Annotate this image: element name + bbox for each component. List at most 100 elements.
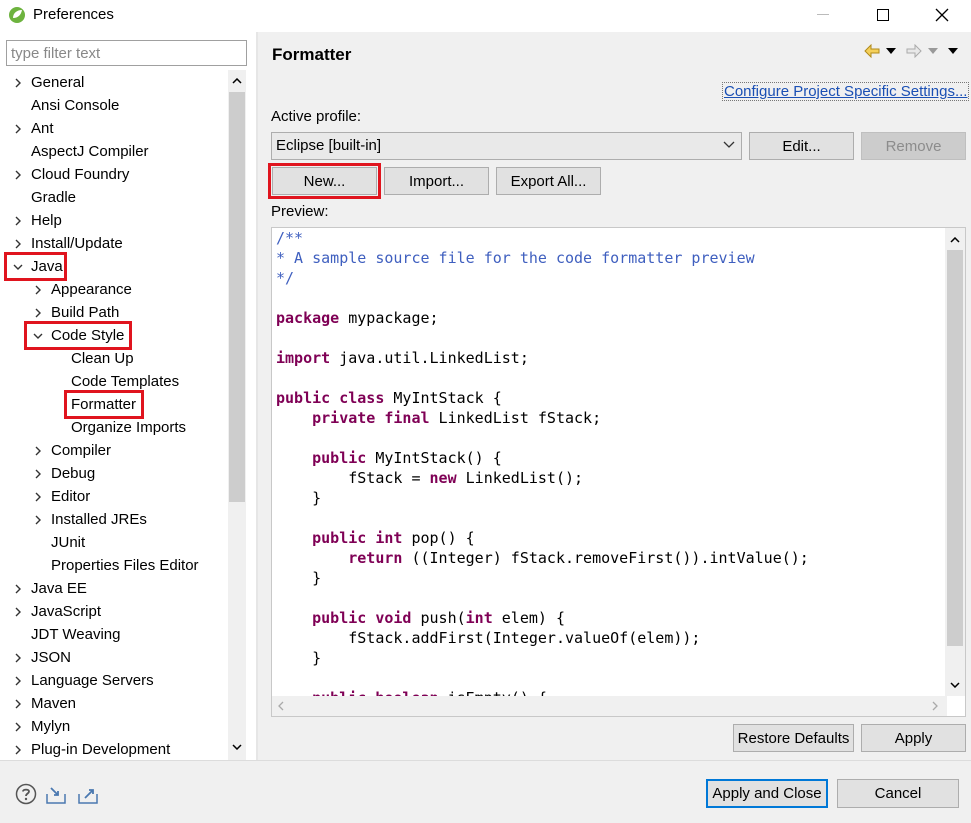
collapsed-chevron-icon[interactable] bbox=[12, 123, 24, 135]
collapsed-chevron-icon[interactable] bbox=[12, 215, 24, 227]
collapsed-chevron-icon[interactable] bbox=[32, 468, 44, 480]
remove-button[interactable]: Remove bbox=[861, 132, 966, 160]
tree-scrollbar[interactable] bbox=[228, 70, 246, 760]
collapsed-chevron-icon[interactable] bbox=[12, 583, 24, 595]
import-preferences-icon[interactable] bbox=[44, 782, 68, 806]
apply-button[interactable]: Apply bbox=[861, 724, 966, 752]
tree-item-label: JSON bbox=[31, 649, 72, 666]
collapsed-chevron-icon[interactable] bbox=[32, 445, 44, 457]
cancel-button[interactable]: Cancel bbox=[837, 779, 959, 808]
tree-item-label: AspectJ Compiler bbox=[31, 143, 149, 160]
collapsed-chevron-icon[interactable] bbox=[12, 169, 24, 181]
tree-item-properties-files-editor[interactable]: Properties Files Editor bbox=[0, 554, 228, 577]
collapsed-chevron-icon[interactable] bbox=[32, 514, 44, 526]
tree-item-organize-imports[interactable]: Organize Imports bbox=[0, 416, 228, 439]
apply-and-close-button[interactable]: Apply and Close bbox=[706, 779, 828, 808]
tree-item-compiler[interactable]: Compiler bbox=[0, 439, 228, 462]
tree-item-label: Cloud Foundry bbox=[31, 166, 130, 183]
minimize-button[interactable] bbox=[800, 0, 846, 30]
scroll-left-icon[interactable] bbox=[278, 701, 284, 711]
forward-dropdown-icon[interactable] bbox=[928, 48, 938, 54]
tree-item-javascript[interactable]: JavaScript bbox=[0, 600, 228, 623]
collapsed-chevron-icon[interactable] bbox=[32, 307, 44, 319]
code-preview[interactable]: /** * A sample source file for the code f… bbox=[271, 227, 966, 717]
help-icon[interactable] bbox=[14, 782, 38, 806]
collapsed-chevron-icon[interactable] bbox=[12, 238, 24, 250]
page-header: Formatter bbox=[258, 32, 971, 76]
edit-button[interactable]: Edit... bbox=[749, 132, 854, 160]
tree-item-language-servers[interactable]: Language Servers bbox=[0, 669, 228, 692]
preview-vertical-scrollbar[interactable] bbox=[945, 228, 965, 696]
tree-item-cloud-foundry[interactable]: Cloud Foundry bbox=[0, 163, 228, 186]
tree-item-general[interactable]: General bbox=[0, 71, 228, 94]
tree-item-aspectj-compiler[interactable]: AspectJ Compiler bbox=[0, 140, 228, 163]
code-text: LinkedList(); bbox=[456, 469, 584, 487]
java-highlight bbox=[4, 252, 67, 281]
filter-input[interactable] bbox=[6, 40, 247, 66]
page-title: Formatter bbox=[272, 45, 352, 64]
forward-arrow-icon[interactable] bbox=[906, 44, 922, 58]
tree-item-debug[interactable]: Debug bbox=[0, 462, 228, 485]
export-preferences-icon[interactable] bbox=[76, 782, 100, 806]
preview-scroll-down-icon[interactable] bbox=[946, 676, 964, 694]
code-line: public void push(int elem) { bbox=[276, 608, 565, 628]
preview-scroll-thumb[interactable] bbox=[947, 250, 963, 646]
tree-item-gradle[interactable]: Gradle bbox=[0, 186, 228, 209]
tree-item-label: Language Servers bbox=[31, 672, 154, 689]
collapsed-chevron-icon[interactable] bbox=[12, 652, 24, 664]
tree-item-help[interactable]: Help bbox=[0, 209, 228, 232]
tree-item-java-ee[interactable]: Java EE bbox=[0, 577, 228, 600]
code-keyword: package bbox=[276, 309, 340, 327]
collapsed-chevron-icon[interactable] bbox=[12, 675, 24, 687]
restore-defaults-button[interactable]: Restore Defaults bbox=[733, 724, 854, 752]
tree-item-editor[interactable]: Editor bbox=[0, 485, 228, 508]
view-menu-icon[interactable] bbox=[948, 48, 958, 54]
code-text: pop() { bbox=[402, 529, 475, 547]
preview-horizontal-scrollbar[interactable] bbox=[272, 696, 947, 716]
import-button[interactable]: Import... bbox=[384, 167, 489, 195]
export-all-button[interactable]: Export All... bbox=[496, 167, 601, 195]
collapsed-chevron-icon[interactable] bbox=[32, 284, 44, 296]
tree-item-appearance[interactable]: Appearance bbox=[0, 278, 228, 301]
collapsed-chevron-icon[interactable] bbox=[12, 77, 24, 89]
tree-item-ant[interactable]: Ant bbox=[0, 117, 228, 140]
collapsed-chevron-icon[interactable] bbox=[12, 698, 24, 710]
scroll-down-icon[interactable] bbox=[228, 738, 246, 756]
collapsed-chevron-icon[interactable] bbox=[12, 721, 24, 733]
back-dropdown-icon[interactable] bbox=[886, 48, 896, 54]
tree-item-ansi-console[interactable]: Ansi Console bbox=[0, 94, 228, 117]
tree-item-jdt-weaving[interactable]: JDT Weaving bbox=[0, 623, 228, 646]
tree-item-clean-up[interactable]: Clean Up bbox=[0, 347, 228, 370]
code-line: public class MyIntStack { bbox=[276, 388, 502, 408]
scroll-right-icon[interactable] bbox=[932, 701, 938, 711]
tree-item-json[interactable]: JSON bbox=[0, 646, 228, 669]
code-keyword: public class bbox=[276, 389, 385, 407]
tree-item-installed-jres[interactable]: Installed JREs bbox=[0, 508, 228, 531]
tree-item-junit[interactable]: JUnit bbox=[0, 531, 228, 554]
preview-scroll-up-icon[interactable] bbox=[946, 231, 964, 249]
code-line: private final LinkedList fStack; bbox=[276, 408, 601, 428]
code-line: } bbox=[276, 489, 322, 507]
code-line: public MyIntStack() { bbox=[276, 448, 502, 468]
collapsed-chevron-icon[interactable] bbox=[12, 606, 24, 618]
code-keyword: public void bbox=[312, 609, 412, 627]
code-keyword: new bbox=[429, 469, 457, 487]
profile-select[interactable]: Eclipse [built-in] bbox=[271, 132, 742, 160]
maximize-button[interactable] bbox=[860, 0, 906, 30]
close-button[interactable] bbox=[919, 0, 965, 30]
active-profile-label: Active profile: bbox=[271, 108, 362, 125]
tree-item-maven[interactable]: Maven bbox=[0, 692, 228, 715]
minimize-icon bbox=[817, 14, 829, 15]
tree-item-mylyn[interactable]: Mylyn bbox=[0, 715, 228, 738]
tree-item-plug-in-development[interactable]: Plug-in Development bbox=[0, 738, 228, 760]
collapsed-chevron-icon[interactable] bbox=[32, 491, 44, 503]
scroll-up-icon[interactable] bbox=[228, 72, 246, 90]
configure-project-settings-link[interactable]: Configure Project Specific Settings... bbox=[722, 82, 970, 101]
back-arrow-icon[interactable] bbox=[864, 44, 880, 58]
tree-scroll-thumb[interactable] bbox=[229, 92, 245, 502]
collapsed-chevron-icon[interactable] bbox=[12, 744, 24, 756]
code-line: */ bbox=[276, 269, 295, 287]
tree-item-label: Compiler bbox=[51, 442, 112, 459]
